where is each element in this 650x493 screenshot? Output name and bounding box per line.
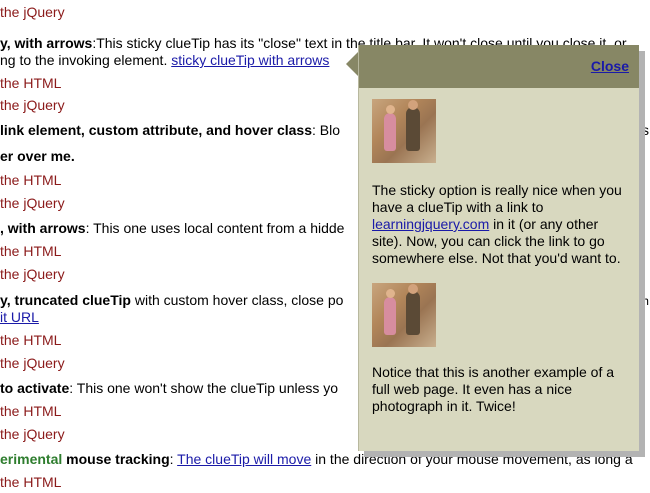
demo-link[interactable]: it URL — [0, 309, 39, 325]
page-line: the HTML — [0, 75, 61, 92]
page-line: it URL — [0, 309, 39, 326]
line-text: er over me. — [0, 148, 75, 164]
page-line: the HTML — [0, 172, 61, 189]
line-text: link element, custom attribute, and hove… — [0, 122, 312, 138]
line-text: erimental — [0, 451, 63, 467]
page-line: the HTML — [0, 332, 61, 349]
right-edge-text-fragment: s — [642, 122, 649, 138]
page-line: the jQuery — [0, 266, 65, 283]
line-text: y, truncated clueTip — [0, 292, 131, 308]
page-line: erimental mouse tracking: The clueTip wi… — [0, 451, 633, 468]
page-line: the HTML — [0, 403, 61, 420]
line-text: the jQuery — [0, 355, 65, 371]
page-line: the jQuery — [0, 355, 65, 372]
line-text: the HTML — [0, 172, 62, 188]
line-text: in the direction of your mouse movement,… — [311, 451, 633, 467]
photo-image — [372, 99, 436, 163]
page-line: the jQuery — [0, 426, 65, 443]
line-text: the jQuery — [0, 4, 65, 20]
demo-link[interactable]: sticky clueTip with arrows — [171, 52, 329, 68]
page-line: link element, custom attribute, and hove… — [0, 122, 340, 139]
page-line: , with arrows: This one uses local conte… — [0, 220, 344, 237]
page-line: er over me. — [0, 148, 75, 165]
cluetip-body: The sticky option is really nice when yo… — [372, 99, 632, 415]
line-text: : This one uses local content from a hid… — [85, 220, 345, 236]
page-line: ng to the invoking element. sticky clueT… — [0, 52, 329, 69]
right-edge-code-fragment: h — [642, 295, 650, 309]
page-line: the jQuery — [0, 97, 65, 114]
cluetip-popup: Close The sticky option is really nice w… — [358, 45, 639, 451]
photo-image — [372, 283, 436, 347]
line-text: the HTML — [0, 403, 62, 419]
cluetip-title-bar: Close — [359, 45, 639, 88]
line-text: , with arrows — [0, 220, 86, 236]
cluetip-arrow — [346, 52, 358, 76]
line-text: the HTML — [0, 332, 62, 348]
line-text: to activate — [0, 380, 70, 396]
line-text: y, with arrows — [0, 35, 93, 51]
demo-link[interactable]: The clueTip will move — [177, 451, 311, 467]
line-text: the HTML — [0, 75, 62, 91]
page-line: to activate: This one won't show the clu… — [0, 380, 338, 397]
line-text: the jQuery — [0, 97, 65, 113]
cluetip-paragraph-1: The sticky option is really nice when yo… — [372, 182, 622, 266]
page-line: the jQuery — [0, 195, 65, 212]
line-text: the jQuery — [0, 195, 65, 211]
line-text: the jQuery — [0, 426, 65, 442]
line-text: the jQuery — [0, 266, 65, 282]
line-text: : This one won't show the clueTip unless… — [69, 380, 339, 396]
page-line: y, truncated clueTip with custom hover c… — [0, 292, 343, 309]
line-text: : Blo — [311, 122, 340, 138]
line-text: mouse tracking — [62, 451, 170, 467]
line-text: the HTML — [0, 474, 62, 490]
page-line: the HTML — [0, 243, 61, 260]
line-text: ng to the invoking element. — [0, 52, 172, 68]
page-line: the HTML — [0, 474, 61, 491]
close-link[interactable]: Close — [591, 58, 629, 74]
cluetip-paragraph-2: Notice that this is another example of a… — [372, 364, 615, 414]
line-text: the HTML — [0, 243, 62, 259]
learningjquery-link[interactable]: learningjquery.com — [372, 216, 489, 232]
page-line: the jQuery — [0, 4, 65, 21]
line-text: with custom hover class, close po — [130, 292, 344, 308]
